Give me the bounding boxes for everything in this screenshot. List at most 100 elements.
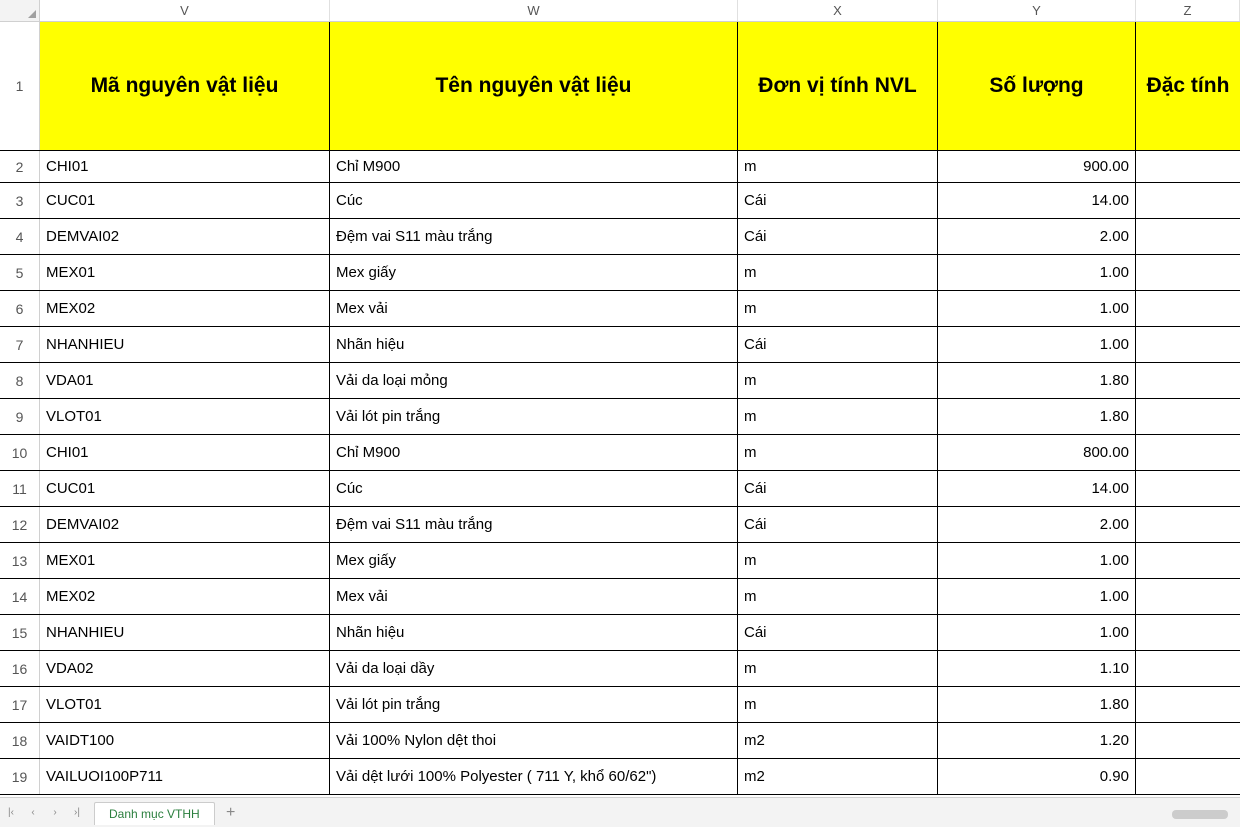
cell-X[interactable]: m: [738, 687, 938, 722]
row-number[interactable]: 18: [0, 723, 40, 758]
cell-Z[interactable]: [1136, 723, 1240, 758]
cell-X[interactable]: Cái: [738, 615, 938, 650]
cell-W[interactable]: Cúc: [330, 183, 738, 218]
cell-Y[interactable]: 1.10: [938, 651, 1136, 686]
header-ten-nvl[interactable]: Tên nguyên vật liệu: [330, 22, 738, 150]
cell-Y[interactable]: 1.80: [938, 399, 1136, 434]
col-header-V[interactable]: V: [40, 0, 330, 21]
col-header-Z[interactable]: Z: [1136, 0, 1240, 21]
cell-V[interactable]: CUC01: [40, 471, 330, 506]
cell-Y[interactable]: 1.00: [938, 615, 1136, 650]
sheet-nav-prev-icon[interactable]: ‹: [22, 807, 44, 818]
header-dac-tinh[interactable]: Đặc tính: [1136, 22, 1240, 150]
cell-V[interactable]: VLOT01: [40, 399, 330, 434]
cell-Z[interactable]: [1136, 687, 1240, 722]
select-all-corner[interactable]: [0, 0, 40, 21]
col-header-X[interactable]: X: [738, 0, 938, 21]
row-number[interactable]: 13: [0, 543, 40, 578]
cell-X[interactable]: m: [738, 151, 938, 182]
cell-Y[interactable]: 14.00: [938, 183, 1136, 218]
cell-Y[interactable]: 2.00: [938, 507, 1136, 542]
row-number[interactable]: 9: [0, 399, 40, 434]
cell-X[interactable]: Cái: [738, 507, 938, 542]
cell-Z[interactable]: [1136, 579, 1240, 614]
cell-Z[interactable]: [1136, 327, 1240, 362]
cell-V[interactable]: NHANHIEU: [40, 327, 330, 362]
cell-W[interactable]: Nhãn hiệu: [330, 615, 738, 650]
cell-W[interactable]: Vải dệt lưới 100% Polyester ( 711 Y, khổ…: [330, 759, 738, 794]
cell-Z[interactable]: [1136, 543, 1240, 578]
row-number[interactable]: 19: [0, 759, 40, 794]
row-number[interactable]: 11: [0, 471, 40, 506]
row-number[interactable]: 14: [0, 579, 40, 614]
cell-W[interactable]: Cúc: [330, 471, 738, 506]
cell-Y[interactable]: 800.00: [938, 435, 1136, 470]
cell-Y[interactable]: 1.00: [938, 255, 1136, 290]
cell-Z[interactable]: [1136, 435, 1240, 470]
cell-X[interactable]: m: [738, 435, 938, 470]
row-number[interactable]: 7: [0, 327, 40, 362]
cell-V[interactable]: CHI01: [40, 151, 330, 182]
cell-V[interactable]: VAIDT100: [40, 723, 330, 758]
cell-V[interactable]: MEX02: [40, 579, 330, 614]
cell-W[interactable]: Mex vải: [330, 291, 738, 326]
row-number[interactable]: 4: [0, 219, 40, 254]
cell-Z[interactable]: [1136, 291, 1240, 326]
add-sheet-button[interactable]: +: [219, 804, 243, 822]
cell-V[interactable]: MEX01: [40, 543, 330, 578]
cell-Y[interactable]: 1.00: [938, 579, 1136, 614]
cell-V[interactable]: VLOT01: [40, 687, 330, 722]
cell-V[interactable]: NHANHIEU: [40, 615, 330, 650]
cell-X[interactable]: m: [738, 363, 938, 398]
cell-X[interactable]: m: [738, 651, 938, 686]
cell-Z[interactable]: [1136, 183, 1240, 218]
cell-Z[interactable]: [1136, 615, 1240, 650]
row-number[interactable]: 10: [0, 435, 40, 470]
cell-Y[interactable]: 0.90: [938, 759, 1136, 794]
cell-V[interactable]: MEX02: [40, 291, 330, 326]
cell-X[interactable]: m: [738, 579, 938, 614]
cell-W[interactable]: Chỉ M900: [330, 435, 738, 470]
cell-Y[interactable]: 1.80: [938, 363, 1136, 398]
cell-Y[interactable]: 2.00: [938, 219, 1136, 254]
cell-V[interactable]: DEMVAI02: [40, 219, 330, 254]
cell-W[interactable]: Vải lót pin trắng: [330, 687, 738, 722]
header-don-vi[interactable]: Đơn vị tính NVL: [738, 22, 938, 150]
col-header-W[interactable]: W: [330, 0, 738, 21]
cell-Z[interactable]: [1136, 219, 1240, 254]
cell-W[interactable]: Mex giấy: [330, 255, 738, 290]
cell-W[interactable]: Mex vải: [330, 579, 738, 614]
cell-X[interactable]: m: [738, 255, 938, 290]
cell-Z[interactable]: [1136, 399, 1240, 434]
cell-Z[interactable]: [1136, 759, 1240, 794]
cell-Y[interactable]: 1.80: [938, 687, 1136, 722]
cell-V[interactable]: CHI01: [40, 435, 330, 470]
cell-Z[interactable]: [1136, 471, 1240, 506]
cell-X[interactable]: m2: [738, 759, 938, 794]
header-so-luong[interactable]: Số lượng: [938, 22, 1136, 150]
cell-W[interactable]: Nhãn hiệu: [330, 327, 738, 362]
row-number[interactable]: 16: [0, 651, 40, 686]
sheet-nav-last-icon[interactable]: ›|: [66, 807, 88, 818]
cell-Y[interactable]: 1.00: [938, 327, 1136, 362]
cell-Y[interactable]: 14.00: [938, 471, 1136, 506]
cell-V[interactable]: VDA01: [40, 363, 330, 398]
row-number[interactable]: 3: [0, 183, 40, 218]
horizontal-scrollbar[interactable]: [1172, 810, 1228, 819]
cell-X[interactable]: m2: [738, 723, 938, 758]
cell-W[interactable]: Đệm vai S11 màu trắng: [330, 507, 738, 542]
cell-W[interactable]: Mex giấy: [330, 543, 738, 578]
cell-V[interactable]: VAILUOI100P711: [40, 759, 330, 794]
cell-W[interactable]: Vải lót pin trắng: [330, 399, 738, 434]
cell-Y[interactable]: 1.20: [938, 723, 1136, 758]
row-number[interactable]: 8: [0, 363, 40, 398]
cell-X[interactable]: m: [738, 291, 938, 326]
sheet-tab-active[interactable]: Danh mục VTHH: [94, 802, 215, 825]
cell-X[interactable]: m: [738, 543, 938, 578]
row-number[interactable]: 12: [0, 507, 40, 542]
cell-W[interactable]: Chỉ M900: [330, 151, 738, 182]
cell-X[interactable]: Cái: [738, 219, 938, 254]
col-header-Y[interactable]: Y: [938, 0, 1136, 21]
cell-Z[interactable]: [1136, 151, 1240, 182]
row-number[interactable]: 6: [0, 291, 40, 326]
